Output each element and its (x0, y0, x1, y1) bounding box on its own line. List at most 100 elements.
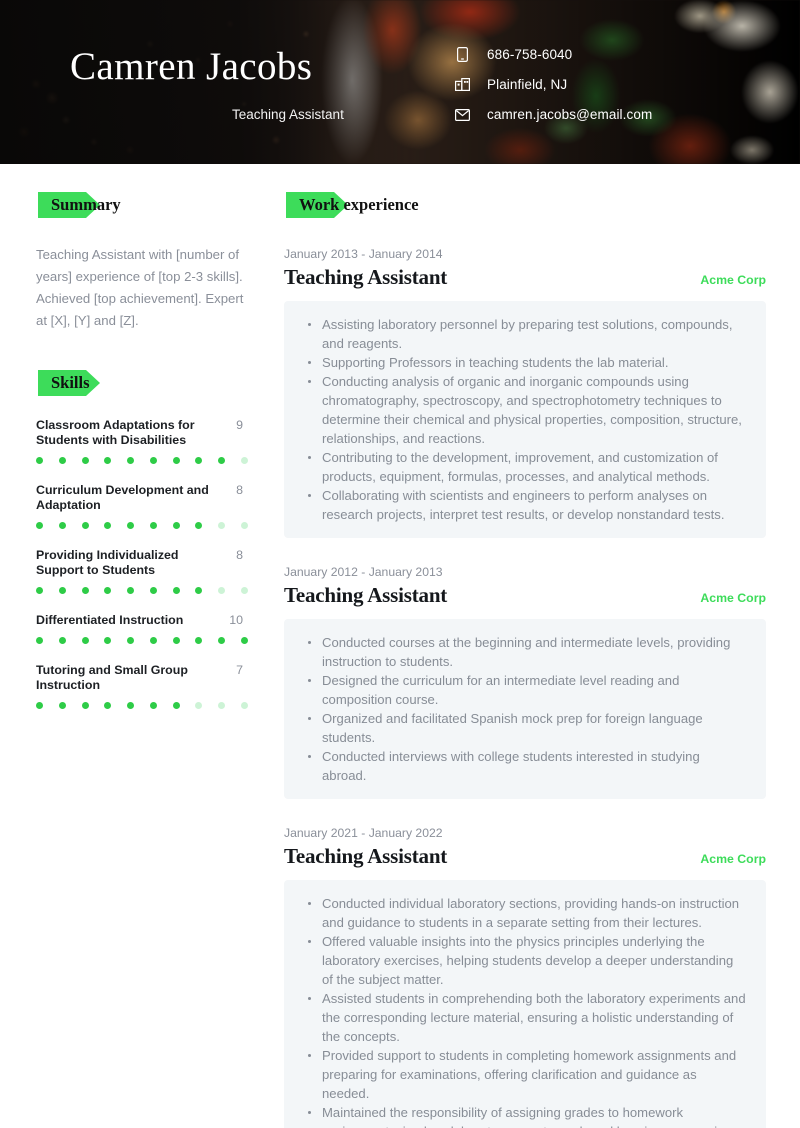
job-bullets-panel: Conducted individual laboratory sections… (284, 880, 766, 1128)
skill-dot-empty (218, 702, 226, 709)
skill-dot-filled (218, 637, 226, 644)
summary-section-heading: Summary (36, 192, 244, 222)
skill-row: Tutoring and Small Group Instruction 7 (36, 663, 244, 693)
sidebar-column: Summary Teaching Assistant with [number … (0, 174, 262, 728)
work-experience-list: January 2013 - January 2014 Teaching Assi… (284, 246, 766, 1128)
job-bullet-list: Conducted courses at the beginning and i… (302, 633, 746, 785)
job-header: Teaching Assistant Acme Corp (284, 583, 766, 608)
job-bullet-list: Conducted individual laboratory sections… (302, 894, 746, 1128)
skill-dot-empty (240, 457, 248, 464)
skill-dot-empty (218, 522, 226, 529)
job-header: Teaching Assistant Acme Corp (284, 844, 766, 869)
skill-dot-filled (36, 522, 43, 529)
skill-name: Curriculum Development and Adaptation (36, 483, 209, 512)
job-title: Teaching Assistant (284, 265, 448, 289)
job-header: Teaching Assistant Acme Corp (284, 265, 766, 290)
phone-icon (455, 47, 470, 62)
main-column: Work experience January 2013 - January 2… (262, 174, 800, 1128)
skill-dot-filled (149, 587, 157, 594)
summary-heading-label: Summary (51, 195, 121, 214)
skill-name: Tutoring and Small Group Instruction (36, 663, 188, 692)
contact-location: Plainfield, NJ (455, 76, 652, 93)
skill-dot-filled (104, 637, 112, 644)
skill-item: Classroom Adaptations for Students with … (36, 418, 248, 464)
skills-section-heading: Skills (36, 370, 244, 400)
skill-row: Classroom Adaptations for Students with … (36, 418, 244, 448)
skill-score: 7 (236, 663, 243, 677)
page-title: Camren Jacobs (70, 45, 313, 88)
skill-dot-filled (58, 637, 66, 644)
job-dates: January 2013 - January 2014 (284, 247, 443, 261)
contact-location-value: Plainfield, NJ (487, 77, 568, 92)
skill-dot-filled (127, 702, 135, 709)
skill-name: Classroom Adaptations for Students with … (36, 418, 195, 447)
work-experience-entry: January 2021 - January 2022 Teaching Assi… (284, 825, 766, 1128)
skill-dot-filled (58, 587, 66, 594)
contact-email-value: camren.jacobs@email.com (487, 107, 653, 122)
job-bullet: Maintained the responsibility of assigni… (302, 1103, 746, 1128)
skill-score: 8 (236, 548, 243, 562)
job-bullets-panel: Conducted courses at the beginning and i… (284, 619, 766, 799)
skill-dot-empty (240, 702, 248, 709)
skill-dot-filled (36, 702, 43, 709)
work-section-heading: Work experience (284, 192, 766, 222)
skill-dot-filled (36, 587, 43, 594)
location-icon (455, 77, 470, 92)
skills-list: Classroom Adaptations for Students with … (36, 418, 248, 709)
skill-item: Tutoring and Small Group Instruction 7 (36, 663, 248, 709)
skill-rating-dots (36, 702, 248, 709)
job-bullet: Provided support to students in completi… (302, 1046, 746, 1103)
skill-name: Differentiated Instruction (36, 613, 184, 627)
skill-item: Providing Individualized Support to Stud… (36, 548, 248, 594)
skill-dot-filled (240, 637, 248, 644)
job-bullet: Supporting Professors in teaching studen… (302, 353, 746, 372)
contact-list: 686-758-6040 Plainfield, NJ camren.jacob… (455, 46, 652, 123)
skill-dot-filled (172, 702, 180, 709)
skill-dot-filled (127, 637, 135, 644)
skill-dot-filled (149, 522, 157, 529)
contact-phone: 686-758-6040 (455, 46, 652, 63)
job-bullet: Collaborating with scientists and engine… (302, 486, 746, 524)
job-bullets-panel: Assisting laboratory personnel by prepar… (284, 301, 766, 538)
skill-score: 8 (236, 483, 243, 497)
skill-item: Differentiated Instruction 10 (36, 613, 248, 644)
job-bullet: Conducted interviews with college studen… (302, 747, 746, 785)
job-bullet: Offered valuable insights into the physi… (302, 932, 746, 989)
skill-dot-filled (195, 457, 203, 464)
skill-dot-filled (36, 457, 43, 464)
job-bullet: Designed the curriculum for an intermedi… (302, 671, 746, 709)
skill-dot-filled (81, 522, 89, 529)
skill-dot-filled (81, 457, 89, 464)
job-dates: January 2012 - January 2013 (284, 565, 443, 579)
summary-text: Teaching Assistant with [number of years… (36, 247, 244, 328)
skill-item: Curriculum Development and Adaptation 8 (36, 483, 248, 529)
header-job-role: Teaching Assistant (232, 107, 344, 122)
skill-dot-filled (81, 637, 89, 644)
skill-rating-dots (36, 637, 248, 644)
job-bullet: Organized and facilitated Spanish mock p… (302, 709, 746, 747)
contact-email: camren.jacobs@email.com (455, 106, 652, 123)
skill-dot-filled (58, 702, 66, 709)
skill-name: Providing Individualized Support to Stud… (36, 548, 179, 577)
skill-dot-filled (172, 457, 180, 464)
job-dates: January 2021 - January 2022 (284, 826, 443, 840)
job-company: Acme Corp (700, 273, 766, 287)
skill-dot-filled (104, 522, 112, 529)
resume-header: Camren Jacobs Teaching Assistant 686-758… (0, 0, 800, 164)
skill-dot-filled (81, 587, 89, 594)
contact-phone-value: 686-758-6040 (487, 47, 573, 62)
skill-dot-filled (127, 587, 135, 594)
skill-dot-empty (218, 587, 226, 594)
skill-rating-dots (36, 587, 248, 594)
skill-dot-filled (104, 457, 112, 464)
job-bullet: Assisting laboratory personnel by prepar… (302, 315, 746, 353)
skill-score: 9 (236, 418, 243, 432)
job-bullet: Conducted individual laboratory sections… (302, 894, 746, 932)
skill-dot-filled (81, 702, 89, 709)
job-title: Teaching Assistant (284, 844, 448, 868)
email-icon (455, 107, 470, 122)
resume-page: Camren Jacobs Teaching Assistant 686-758… (0, 0, 800, 1128)
skill-row: Curriculum Development and Adaptation 8 (36, 483, 244, 513)
skill-dot-filled (195, 637, 203, 644)
skill-dot-filled (195, 522, 203, 529)
